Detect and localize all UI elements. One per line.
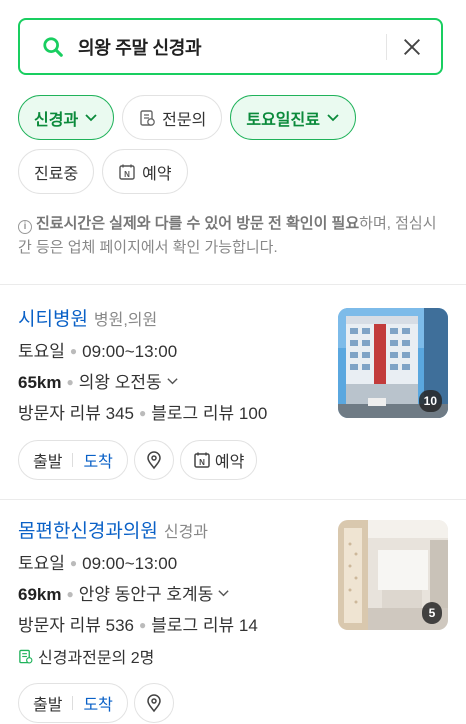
chevron-down-icon (327, 113, 339, 121)
hours-notice: i 진료시간은 실제와 다를 수 있어 방문 전 확인이 필요하며, 점심시간 등… (18, 212, 448, 260)
search-input[interactable]: 의왕 주말 신경과 (78, 34, 386, 60)
map-pin-icon (147, 694, 161, 713)
chevron-down-icon (218, 590, 229, 597)
filter-label: 전문의 (162, 111, 207, 129)
result-specialists: 신경과전문의 2명 (18, 644, 448, 668)
search-bar[interactable]: 의왕 주말 신경과 (18, 18, 443, 75)
result-category: 신경과 (163, 524, 209, 541)
svg-text:N: N (199, 458, 205, 467)
depart-button[interactable]: 출발 (33, 691, 62, 715)
result-area: 안양 동안구 호계동 (78, 585, 214, 604)
info-icon: i (18, 220, 32, 234)
photo-count-badge: 10 (418, 390, 442, 412)
result-distance: 69km (18, 585, 62, 604)
section-divider (0, 499, 466, 500)
filter-chip-department[interactable]: 신경과 (18, 95, 115, 140)
search-icon (43, 36, 63, 57)
result-day: 토요일 (18, 554, 65, 573)
result-card[interactable]: 몸편한신경과의원 신경과 토요일 ● 09:00~13:00 69km ● 안양 동안구 … (18, 520, 448, 723)
result-photo[interactable]: 5 (338, 520, 448, 630)
result-name[interactable]: 시티병원 (18, 309, 88, 330)
filter-chip-booking[interactable]: N 예약 (102, 149, 188, 194)
result-hours-value: 09:00~13:00 (82, 342, 178, 361)
specialist-count: 신경과전문의 2명 (38, 650, 155, 667)
svg-text:N: N (124, 170, 130, 179)
visitor-reviews[interactable]: 방문자 리뷰 345 (18, 404, 134, 423)
filter-row-1: 신경과 전문의 토요일진료 (18, 95, 356, 140)
map-pin-button[interactable] (133, 683, 174, 723)
map-pin-button[interactable] (133, 440, 174, 480)
specialist-icon (140, 109, 156, 126)
chevron-down-icon (85, 113, 97, 121)
specialist-icon (19, 649, 33, 663)
chevron-down-icon (167, 378, 178, 385)
filter-label: 신경과 (34, 111, 79, 129)
filter-label: 예약 (142, 165, 172, 183)
search-divider (386, 33, 387, 60)
blog-reviews[interactable]: 블로그 리뷰 100 (151, 404, 267, 423)
result-name[interactable]: 몸편한신경과의원 (18, 521, 158, 542)
result-actions: 출발 도착 (18, 683, 174, 723)
result-distance: 65km (18, 373, 62, 392)
depart-button[interactable]: 출발 (33, 448, 62, 472)
blog-reviews[interactable]: 블로그 리뷰 14 (151, 616, 258, 635)
result-category: 병원,의원 (93, 312, 158, 329)
filter-chip-open-now[interactable]: 진료중 (18, 149, 95, 194)
route-button[interactable]: 출발 도착 (18, 440, 128, 480)
booking-label: 예약 (214, 454, 245, 471)
result-photo[interactable]: 10 (338, 308, 448, 418)
result-card[interactable]: 시티병원 병원,의원 토요일 ● 09:00~13:00 65km ● 의왕 오전동 방문… (18, 308, 448, 480)
route-button[interactable]: 출발 도착 (18, 683, 128, 723)
visitor-reviews[interactable]: 방문자 리뷰 536 (18, 616, 134, 635)
naver-booking-icon: N (194, 452, 210, 468)
filter-row-2: 진료중 N 예약 (18, 149, 188, 194)
close-icon[interactable] (401, 36, 423, 58)
notice-bold: 진료시간은 실제와 다를 수 있어 방문 전 확인이 필요 (36, 215, 360, 232)
section-divider (0, 284, 466, 285)
naver-booking-icon: N (119, 164, 135, 180)
result-hours-value: 09:00~13:00 (82, 554, 178, 573)
filter-chip-specialist[interactable]: 전문의 (122, 95, 223, 140)
arrive-button[interactable]: 도착 (83, 691, 112, 715)
result-actions: 출발 도착 N 예약 (18, 440, 258, 480)
filter-chip-saturday[interactable]: 토요일진료 (230, 95, 356, 140)
map-pin-icon (147, 451, 161, 470)
result-day: 토요일 (18, 342, 65, 361)
arrive-button[interactable]: 도착 (83, 448, 112, 472)
photo-count-badge: 5 (422, 602, 442, 624)
filter-label: 진료중 (34, 165, 79, 183)
booking-button[interactable]: N 예약 (179, 440, 258, 480)
result-area: 의왕 오전동 (78, 373, 162, 392)
filter-label: 토요일진료 (246, 111, 320, 129)
